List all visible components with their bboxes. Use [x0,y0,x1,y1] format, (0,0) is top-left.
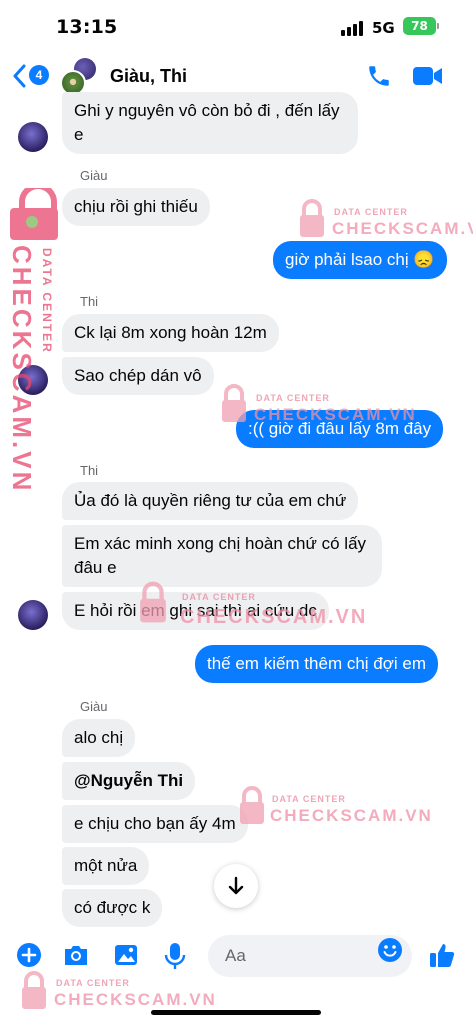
battery-icon: 78 [403,17,436,35]
arrow-down-icon [228,876,244,895]
message-bubble[interactable]: Em xác minh xong chị hoàn chứ có lấy đâu… [62,525,382,587]
network-label: 5G [372,19,395,37]
camera-button[interactable] [62,942,90,973]
message-list[interactable]: Ghi y nguyên vô còn bỏ đi , đến lấy e Gi… [0,92,473,927]
message-bubble[interactable]: :(( giờ đi đâu lấy 8m đây [236,410,444,448]
scroll-to-bottom-button[interactable] [214,864,258,908]
phone-icon [369,66,389,86]
call-button[interactable] [366,63,392,94]
sender-name: Giàu [80,168,108,183]
signal-icon [341,21,363,36]
status-time: 13:15 [56,16,118,38]
avatar [18,122,48,152]
message-bubble[interactable]: @Nguyễn Thi [62,762,196,800]
emoji-button[interactable] [377,937,403,968]
battery-cap [437,23,439,29]
message-bubble[interactable]: E hỏi rồi em ghi sai thì ai cứu dc [62,592,329,630]
message-bubble[interactable]: alo chị [62,719,136,757]
camera-icon [65,946,87,965]
message-bubble[interactable]: có được k [62,889,163,927]
image-icon [115,945,137,965]
message-bubble[interactable]: Ghi y nguyên vô còn bỏ đi , đến lấy e [62,92,358,154]
message-bubble[interactable]: thế em kiếm thêm chị đợi em [195,645,438,683]
back-button[interactable]: 4 [12,62,52,90]
chevron-left-icon [13,64,26,88]
like-button[interactable] [428,941,456,974]
message-bubble[interactable]: e chịu cho bạn ấy 4m [62,805,248,843]
avatar [18,600,48,630]
smiley-icon [378,938,402,962]
message-bubble[interactable]: Ủa đó là quyền riêng tư của em chứ [62,482,359,520]
message-bubble[interactable]: chịu rồi ghi thiếu [62,188,210,226]
more-actions-button[interactable] [16,942,42,973]
sender-name: Giàu [80,699,108,714]
gallery-button[interactable] [113,942,139,973]
voice-button[interactable] [164,942,186,975]
sender-name: Thi [80,294,99,309]
unread-count-badge: 4 [29,65,49,85]
message-bubble[interactable]: giờ phải lsao chị 😞 [273,241,447,279]
chat-title[interactable]: Giàu, Thi [110,66,187,87]
status-bar: 13:15 5G 78 [0,0,473,54]
thumbs-up-icon [430,944,455,967]
video-call-button[interactable] [412,65,444,92]
message-bubble[interactable]: một nửa [62,847,150,885]
avatar [18,365,48,395]
message-input-placeholder: Aa [225,946,246,965]
sender-name: Thi [80,463,99,478]
video-camera-icon [413,67,442,85]
battery-level: 78 [411,19,428,33]
plus-circle-icon [17,943,41,967]
home-indicator[interactable] [151,1010,321,1015]
message-bubble[interactable]: Ck lại 8m xong hoàn 12m [62,314,279,352]
microphone-icon [164,943,186,969]
message-bubble[interactable]: Sao chép dán vô [62,357,214,395]
